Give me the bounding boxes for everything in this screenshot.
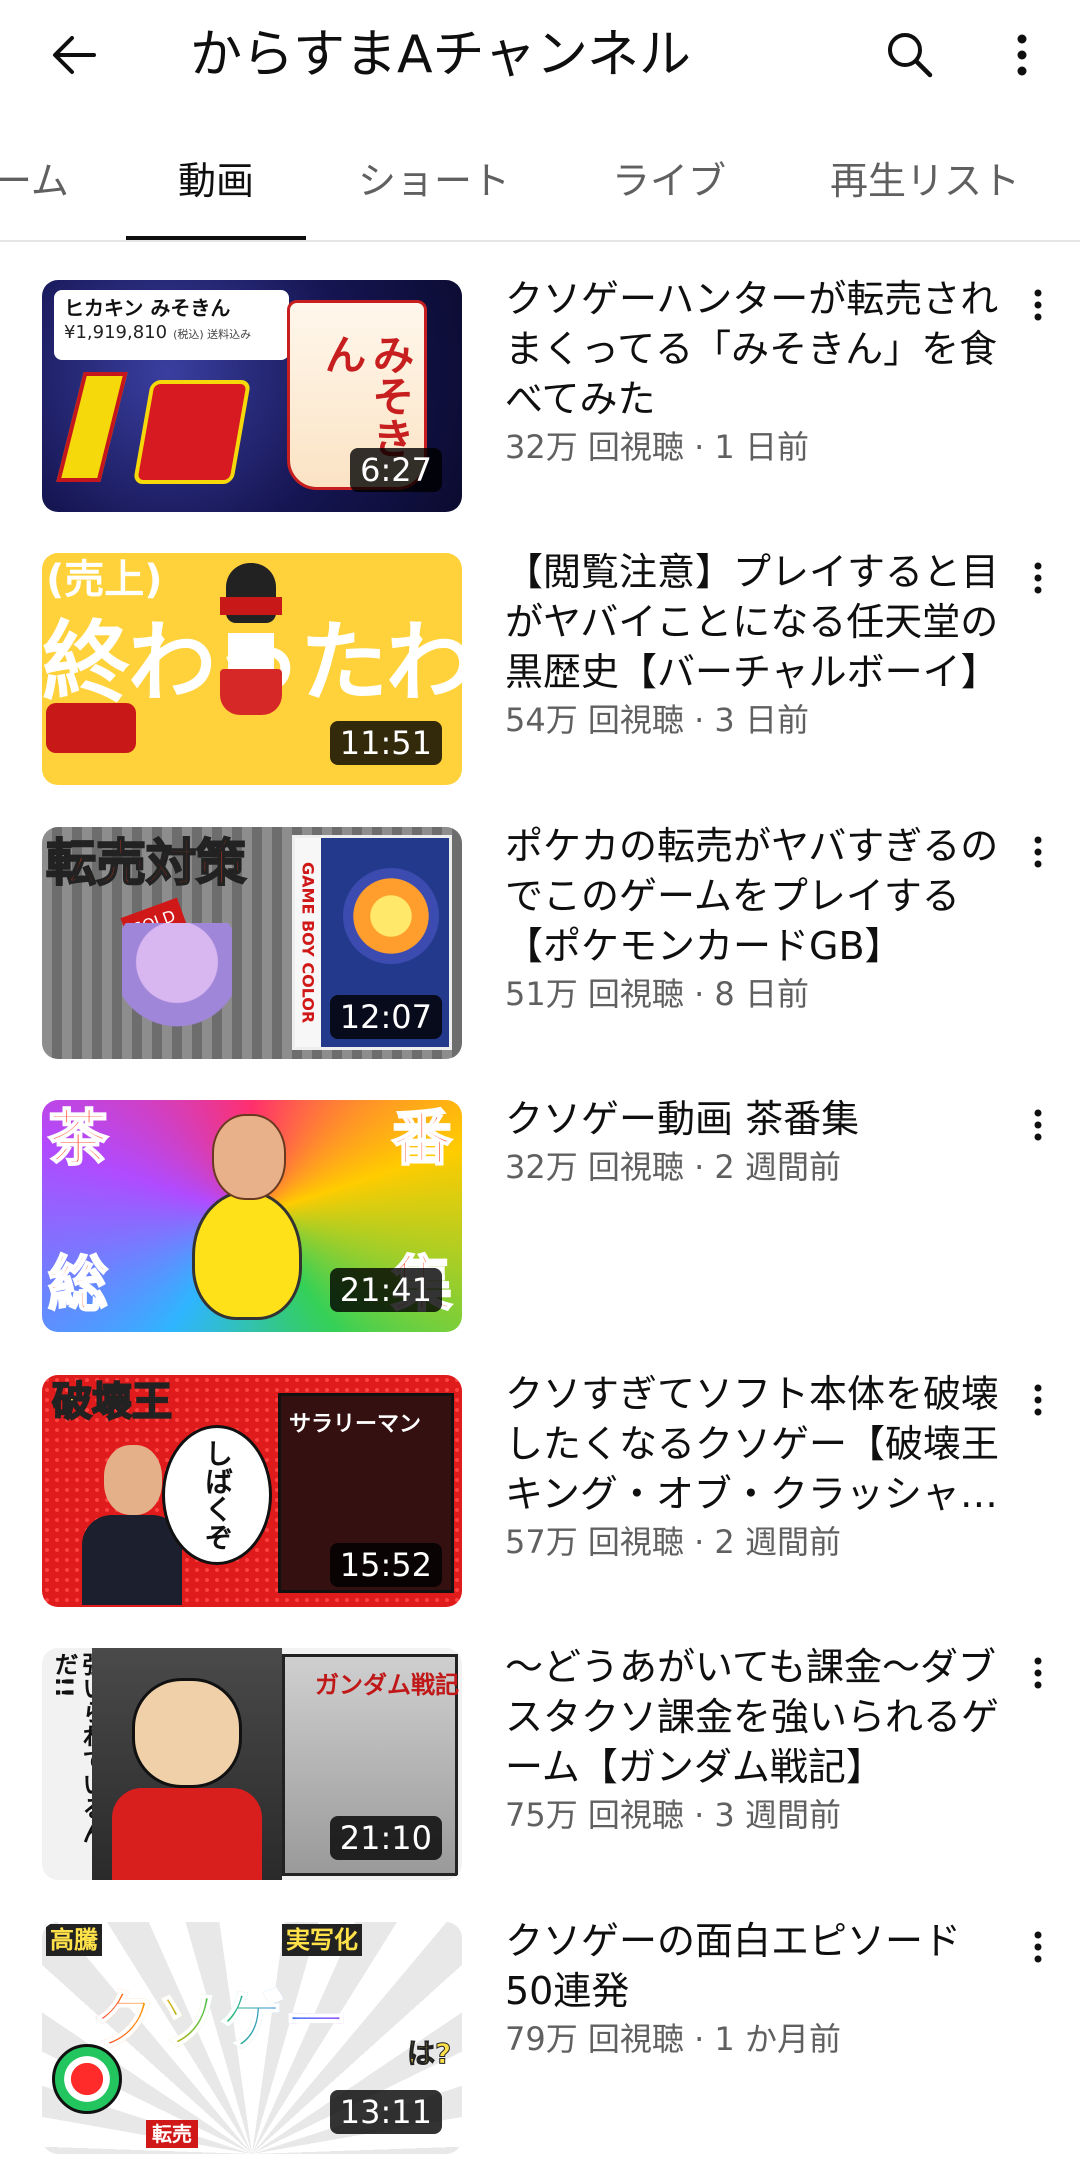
tab-home[interactable]: ーム [0,156,69,206]
thumbnail-exclamation-mark [56,372,128,482]
video-title[interactable]: ～どうあがいても課金～ダブスタクソ課金を強いられるゲーム【ガンダム戦記】 [505,1642,1005,1792]
video-meta: 75万 回視聴 · 3 週間前 [505,1796,841,1834]
more-vert-icon [1034,1931,1042,1963]
active-tab-indicator [126,236,306,240]
video-item[interactable]: 高騰 実写化 クソゲー は? 転売 13:11 クソゲーの面白エピソード50連発… [0,1919,1080,2169]
video-duration: 21:10 [329,1816,442,1860]
top-app-bar: からすまAチャンネル [0,0,1080,110]
video-menu-button[interactable] [1018,1375,1058,1425]
thumbnail-caption-1: 高騰 [46,1924,102,1956]
thumbnail-speech-text: しばくぞ [201,1439,234,1551]
more-vert-icon [1017,34,1027,76]
thumbnail-caption-4: 転売 [146,2120,198,2148]
thumbnail-price: ¥1,919,810 [64,322,168,343]
thumbnail-caption-2: 番 [391,1103,453,1175]
video-duration: 15:52 [329,1543,442,1587]
video-info: 【閲覧注意】プレイすると目がヤバイことになる任天堂の黒歴史【バーチャルボーイ】 … [505,547,1005,741]
thumbnail-caption-3: は? [406,2037,452,2071]
thumbnail-box-title: サラリーマン [289,1412,422,1437]
video-item[interactable]: 転売対策 SOLD GAME BOY COLOR 12:07 ポケカの転売がヤバ… [0,824,1080,1077]
video-title[interactable]: クソゲーの面白エピソード50連発 [505,1916,1005,2016]
video-menu-button[interactable] [1018,280,1058,330]
thumbnail-caption-3: 総 [47,1249,109,1321]
video-info: クソゲーの面白エピソード50連発 79万 回視聴 · 1 か月前 [505,1916,1005,2060]
video-item[interactable]: 強いられているんだ!! ガンダム戦記 21:10 ～どうあがいても課金～ダブスタ… [0,1645,1080,1898]
thumbnail-caption: (売上) [46,557,163,603]
thumbnail-headline: クソゲー [91,1982,349,2062]
video-thumbnail[interactable]: (売上) 終わったわ 11:51 [42,553,462,785]
more-vert-icon [1034,562,1042,594]
video-title[interactable]: クソゲー動画 茶番集 [505,1094,1005,1144]
thumbnail-face [212,1114,286,1200]
video-info: クソゲーハンターが転売されまくってる「みそきん」を食べてみた 32万 回視聴 ·… [505,274,1005,468]
video-menu-button[interactable] [1018,553,1058,603]
video-meta: 54万 回視聴 · 3 日前 [505,701,809,739]
video-thumbnail[interactable]: 茶 番 総 集 21:41 [42,1100,462,1332]
video-duration: 13:11 [329,2090,442,2134]
thumbnail-price-note: (税込) 送料込み [173,328,252,341]
more-options-button[interactable] [992,20,1052,90]
video-duration: 12:07 [329,995,442,1039]
more-vert-icon [1034,289,1042,321]
video-item[interactable]: (売上) 終わったわ 11:51 【閲覧注意】プレイすると目がヤバイことになる任… [0,550,1080,803]
video-info: クソゲー動画 茶番集 32万 回視聴 · 2 週間前 [505,1094,1005,1188]
video-meta: 51万 回視聴 · 8 日前 [505,975,809,1013]
channel-tabs: ーム 動画 ショート ライブ 再生リスト [0,130,1080,242]
video-thumbnail[interactable]: 破壊王 しばくぞ サラリーマン 15:52 [42,1375,462,1607]
tab-shorts[interactable]: ショート [358,156,510,206]
thumbnail-emblem [52,2044,122,2114]
thumbnail-console-name: GAME BOY COLOR [295,838,321,1047]
video-menu-button[interactable] [1018,1922,1058,1972]
video-duration: 21:41 [329,1268,442,1312]
thumbnail-box-title: ガンダム戦記 [315,1671,459,1699]
thumbnail-character [122,923,232,1053]
video-item[interactable]: 茶 番 総 集 21:41 クソゲー動画 茶番集 32万 回視聴 · 2 週間前 [0,1097,1080,1350]
search-icon [888,33,933,78]
video-info: クソすぎてソフト本体を破壊したくなるクソゲー【破壊王 キング・オブ・クラッシャー… [505,1369,1005,1563]
video-title[interactable]: クソすぎてソフト本体を破壊したくなるクソゲー【破壊王 キング・オブ・クラッシャー… [505,1369,1005,1519]
video-info: ポケカの転売がヤバすぎるのでこのゲームをプレイする【ポケモンカードGB】 51万… [505,821,1005,1015]
video-thumbnail[interactable]: 強いられているんだ!! ガンダム戦記 21:10 [42,1648,462,1880]
thumbnail-character [92,1648,282,1880]
video-item[interactable]: ヒカキン みそきん ¥1,919,810 (税込) 送料込み みそきん 6:27… [0,277,1080,530]
video-title[interactable]: 【閲覧注意】プレイすると目がヤバイことになる任天堂の黒歴史【バーチャルボーイ】 [505,547,1005,697]
search-button[interactable] [870,20,950,90]
thumbnail-console [46,703,136,753]
tab-videos[interactable]: 動画 [178,156,254,206]
more-vert-icon [1034,1109,1042,1141]
video-thumbnail[interactable]: ヒカキン みそきん ¥1,919,810 (税込) 送料込み みそきん 6:27 [42,280,462,512]
thumbnail-character [210,563,290,763]
thumbnail-caption: 転売対策 [45,833,247,893]
video-title[interactable]: ポケカの転売がヤバすぎるのでこのゲームをプレイする【ポケモンカードGB】 [505,821,1005,971]
video-item[interactable]: 破壊王 しばくぞ サラリーマン 15:52 クソすぎてソフト本体を破壊したくなる… [0,1372,1080,1625]
video-info: ～どうあがいても課金～ダブスタクソ課金を強いられるゲーム【ガンダム戦記】 75万… [505,1642,1005,1836]
thumbnail-caption-1: 茶 [47,1103,109,1175]
video-meta: 32万 回視聴 · 1 日前 [505,428,809,466]
video-meta: 79万 回視聴 · 1 か月前 [505,2020,841,2058]
more-vert-icon [1034,1384,1042,1416]
thumbnail-speech-bubble: しばくぞ [162,1425,272,1565]
video-meta: 32万 回視聴 · 2 週間前 [505,1148,841,1186]
video-menu-button[interactable] [1018,1648,1058,1698]
video-duration: 6:27 [350,448,442,492]
thumbnail-yellow-character [192,1190,302,1320]
arrow-back-icon [53,36,96,74]
thumbnail-caption: ヒカキン みそきん [64,296,231,320]
video-thumbnail[interactable]: 高騰 実写化 クソゲー は? 転売 13:11 [42,1922,462,2154]
video-title[interactable]: クソゲーハンターが転売されまくってる「みそきん」を食べてみた [505,274,1005,424]
channel-title: からすまAチャンネル [190,25,691,85]
back-button[interactable] [36,20,112,90]
thumbnail-caption: 破壊王 [51,1378,173,1426]
video-thumbnail[interactable]: 転売対策 SOLD GAME BOY COLOR 12:07 [42,827,462,1059]
tab-playlists[interactable]: 再生リスト [830,156,1020,206]
video-menu-button[interactable] [1018,827,1058,877]
video-menu-button[interactable] [1018,1100,1058,1150]
thumbnail-question-mark [132,380,252,484]
thumbnail-caption-2: 実写化 [282,1924,362,1956]
more-vert-icon [1034,836,1042,868]
video-duration: 11:51 [329,721,442,765]
more-vert-icon [1034,1657,1042,1689]
video-meta: 57万 回視聴 · 2 週間前 [505,1523,841,1561]
tab-live[interactable]: ライブ [612,156,726,206]
